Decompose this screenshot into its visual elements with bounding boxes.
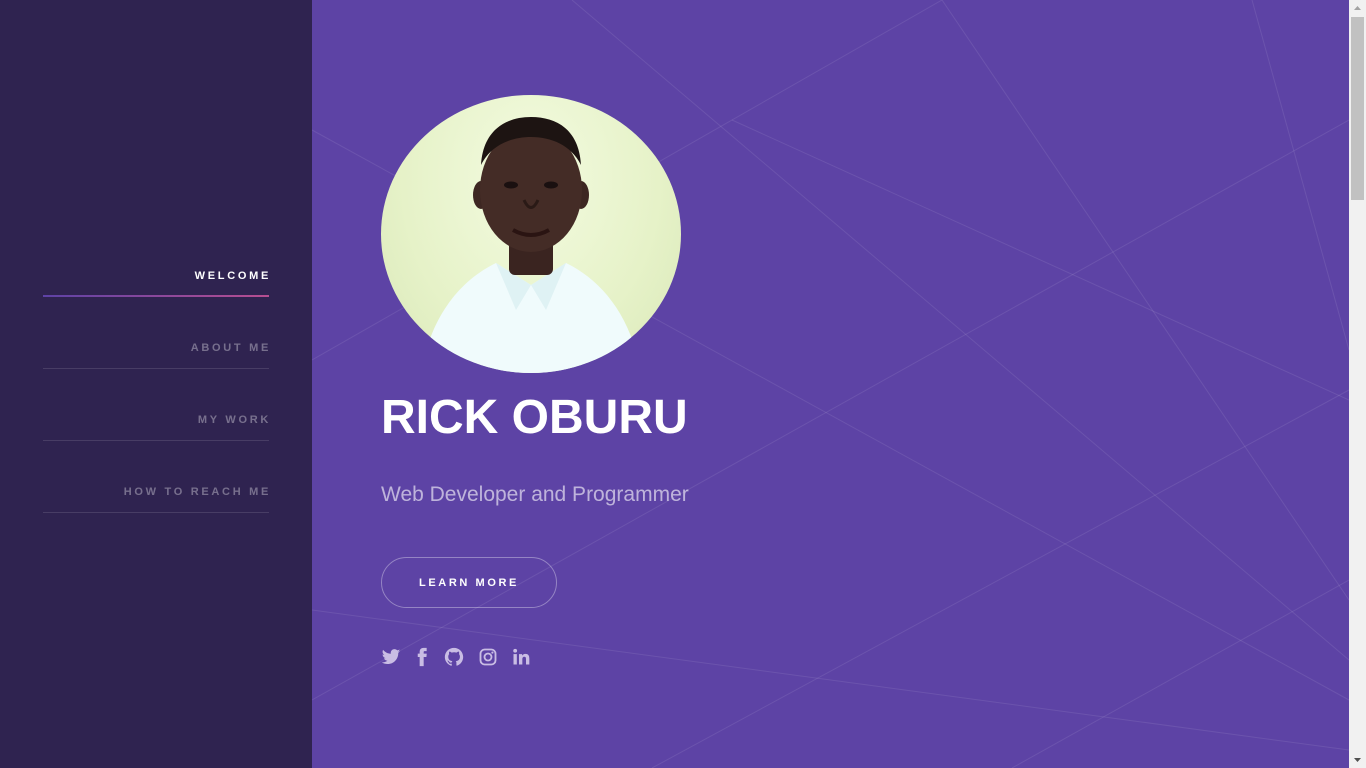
hero-name: RICK OBURU <box>381 391 688 444</box>
profile-photo-image <box>421 117 641 373</box>
nav-item-my-work[interactable]: MY WORK <box>43 414 269 442</box>
nav-item-label: HOW TO REACH ME <box>123 486 271 498</box>
nav-item-about-me[interactable]: ABOUT ME <box>43 342 269 370</box>
learn-more-button[interactable]: LEARN MORE <box>381 557 557 608</box>
hero-section: RICK OBURU Web Developer and Programmer … <box>312 0 1349 768</box>
github-icon[interactable] <box>444 647 464 667</box>
nav-item-welcome[interactable]: WELCOME <box>43 270 269 298</box>
sidebar-nav: WELCOME ABOUT ME MY WORK HOW TO REACH ME <box>0 0 312 768</box>
hero-tagline: Web Developer and Programmer <box>381 483 689 506</box>
twitter-icon[interactable] <box>381 647 401 667</box>
profile-photo <box>381 95 681 373</box>
nav-item-how-to-reach-me[interactable]: HOW TO REACH ME <box>43 486 269 514</box>
scroll-down-arrow-icon[interactable] <box>1349 751 1366 768</box>
linkedin-icon[interactable] <box>511 647 531 667</box>
nav-divider <box>43 368 269 369</box>
scroll-up-arrow-icon[interactable] <box>1349 0 1366 17</box>
instagram-icon[interactable] <box>478 647 498 667</box>
vertical-scrollbar[interactable] <box>1349 0 1366 768</box>
nav-item-label: MY WORK <box>197 414 271 426</box>
nav-item-label: WELCOME <box>194 270 271 282</box>
nav-divider <box>43 512 269 513</box>
nav-active-underline <box>43 295 269 297</box>
nav-item-label: ABOUT ME <box>190 342 271 354</box>
scrollbar-thumb[interactable] <box>1351 17 1364 200</box>
facebook-icon[interactable] <box>412 647 432 667</box>
nav-divider <box>43 440 269 441</box>
